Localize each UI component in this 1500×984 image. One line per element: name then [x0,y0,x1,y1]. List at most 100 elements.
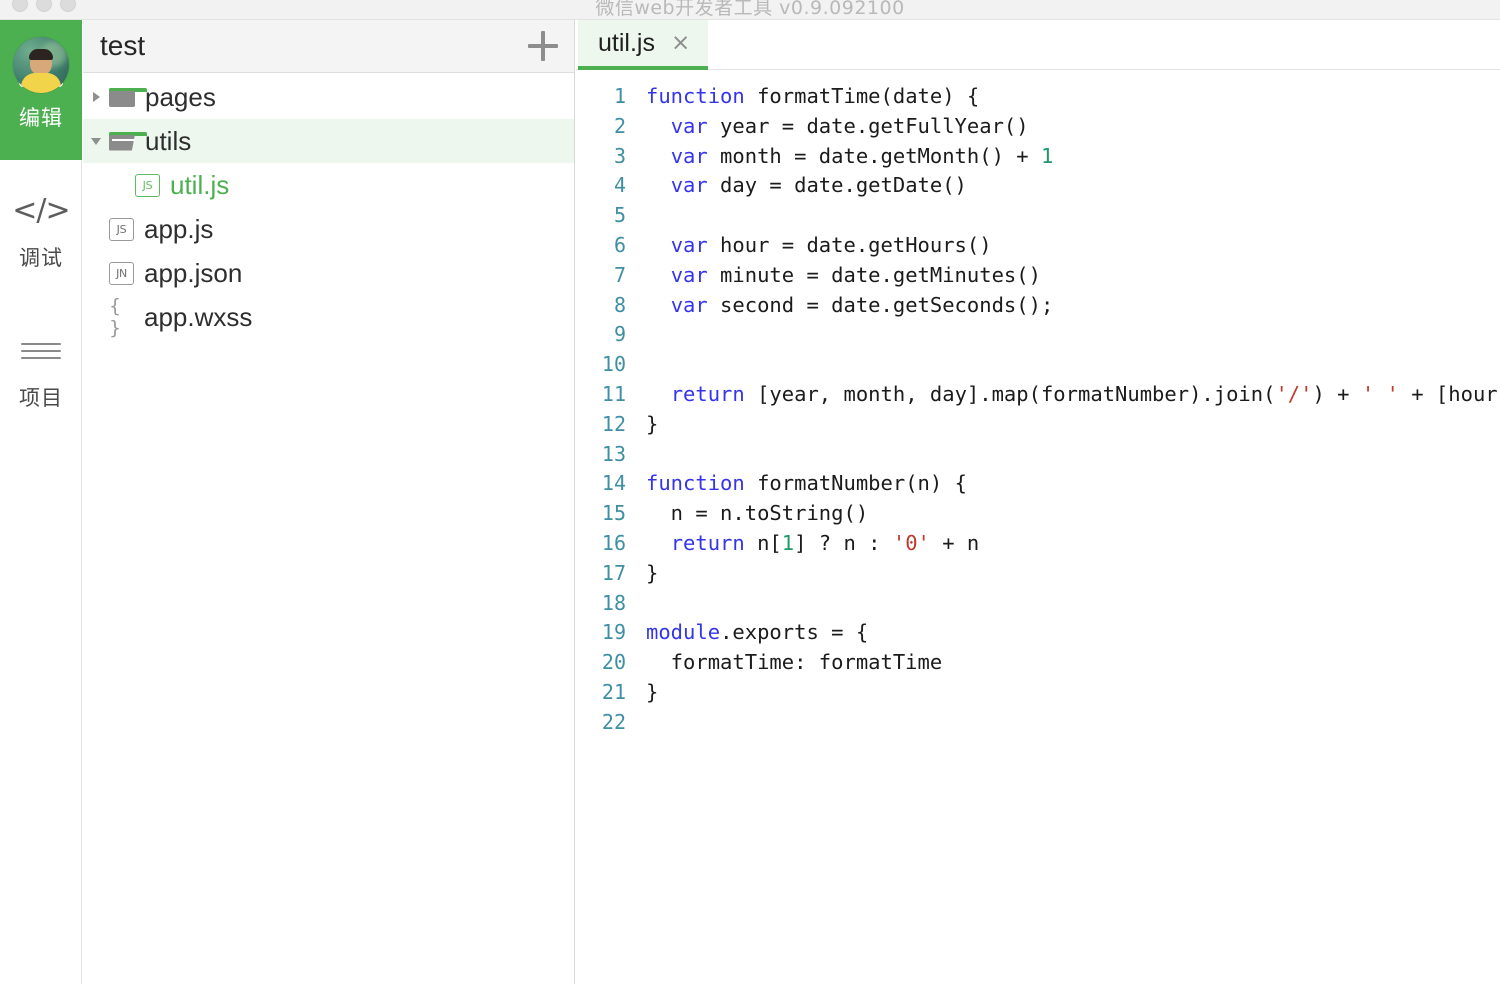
chevron-right-icon[interactable] [83,92,109,102]
code-line-text[interactable]: } [642,678,1500,708]
code-line-text[interactable] [642,440,1500,470]
code-line: 7 var minute = date.getMinutes() [576,261,1500,291]
code-line-text[interactable]: formatTime: formatTime [642,648,1500,678]
code-token: n = n.toString() [646,501,869,526]
line-number: 18 [601,590,626,615]
tree-row-label: app.js [144,214,214,244]
code-token: formatTime(date) { [744,84,980,108]
code-token: + [hour, [1398,381,1500,406]
app-window: 微信web开发者工具 v0.9.092100 </> 编辑 </> 调试 [0,0,1500,984]
line-number: 9 [613,322,626,347]
tree-row-app-json[interactable]: JN app.json [83,251,574,295]
project-title: test [100,30,146,61]
code-line-text[interactable]: function formatTime(date) { [642,82,1500,112]
hamburger-icon [21,328,61,374]
code-token: day = date.getDate() [707,173,967,198]
code-token: formatTime: formatTime [646,650,943,675]
code-token: var [670,113,708,138]
code-line: 4 var day = date.getDate() [576,171,1500,201]
add-file-button[interactable] [528,31,558,61]
line-number: 10 [601,352,626,377]
avatar-container[interactable] [0,20,82,110]
line-number: 4 [613,173,626,198]
code-line-text[interactable]: return [year, month, day].map(formatNumb… [642,380,1500,410]
code-line: 14 function formatNumber(n) { [576,469,1500,499]
code-token: + n [929,530,980,555]
code-line-text[interactable]: return n[1] ? n : '0' + n [642,529,1500,559]
code-token: } [646,560,659,585]
line-number: 14 [601,471,626,496]
code-line: 19 module.exports = { [576,618,1500,648]
js-file-icon: JS [135,173,160,197]
code-token: minute = date.getMinutes() [707,262,1041,287]
tree-row-pages[interactable]: pages [83,75,574,119]
code-token: return [670,381,745,406]
code-line-text[interactable] [642,708,1500,738]
code-line-text[interactable]: } [642,559,1500,589]
line-number: 3 [613,143,626,168]
code-editor-content[interactable]: 1 function formatTime(date) {2 var year =… [576,70,1500,738]
code-token: 1 [781,530,795,555]
code-line: 3 var month = date.getMonth() + 1 [576,142,1500,172]
tree-row-util-js[interactable]: JS util.js [83,163,574,207]
tree-row-app-wxss[interactable]: { } app.wxss [83,295,574,339]
code-line: 22 [576,708,1500,738]
line-number: 16 [601,530,626,555]
code-token: var [670,232,708,257]
code-line: 8 var second = date.getSeconds(); [576,291,1500,321]
code-line: 13 [576,440,1500,470]
code-line-text[interactable]: } [642,410,1500,440]
code-token: 1 [1040,143,1054,168]
code-line-text[interactable]: var hour = date.getHours() [642,231,1500,261]
code-line-text[interactable]: module.exports = { [642,618,1500,648]
code-line-text[interactable]: var day = date.getDate() [642,171,1500,201]
avatar[interactable] [13,37,69,93]
code-line-text[interactable] [642,320,1500,350]
line-number: 22 [601,709,626,734]
code-line-text[interactable] [642,201,1500,231]
line-number: 8 [613,292,626,317]
code-scroll-area[interactable]: 1 function formatTime(date) {2 var year =… [576,70,1500,984]
code-token: function [646,471,745,496]
editor-tabbar: util.js × [576,20,1500,70]
line-number: 12 [601,411,626,436]
tree-row-label: pages [145,82,216,112]
file-tree: pages utils JS util.js JS app.js JN app.… [83,73,574,339]
line-number: 11 [601,381,626,406]
folder-closed-icon [109,87,147,107]
close-icon[interactable]: × [671,31,690,55]
tab-util-js[interactable]: util.js × [578,20,709,70]
code-line-text[interactable]: n = n.toString() [642,499,1500,529]
code-line: 18 [576,589,1500,619]
code-line-text[interactable]: function formatNumber(n) { [642,469,1500,499]
js-file-icon: JS [109,217,134,241]
code-line-text[interactable]: var month = date.getMonth() + 1 [642,142,1500,172]
code-token: return [670,530,745,555]
code-line-text[interactable] [642,350,1500,380]
tree-row-label: app.wxss [144,302,253,332]
tree-row-app-js[interactable]: JS app.js [83,207,574,251]
code-line-text[interactable]: var year = date.getFullYear() [642,112,1500,142]
code-line: 5 [576,201,1500,231]
code-line-text[interactable] [642,589,1500,619]
chevron-down-icon[interactable] [83,137,109,145]
code-line-text[interactable]: var second = date.getSeconds(); [642,291,1500,321]
tree-row-utils[interactable]: utils [83,119,574,163]
code-token: ' ' [1361,381,1399,406]
line-number: 5 [613,203,626,228]
code-line: 16 return n[1] ? n : '0' + n [576,529,1500,559]
code-line: 20 formatTime: formatTime [576,648,1500,678]
code-token: '0' [892,530,930,555]
sidebar-item-project[interactable]: 项目 [0,300,82,440]
sidebar-item-debug[interactable]: </> 调试 [0,160,82,300]
code-line-text[interactable]: var minute = date.getMinutes() [642,261,1500,291]
code-line: 9 [576,320,1500,350]
code-line: 1 function formatTime(date) { [576,82,1500,112]
code-token: '/' [1275,381,1313,406]
line-number: 19 [601,620,626,645]
file-panel-header: test [83,20,574,73]
